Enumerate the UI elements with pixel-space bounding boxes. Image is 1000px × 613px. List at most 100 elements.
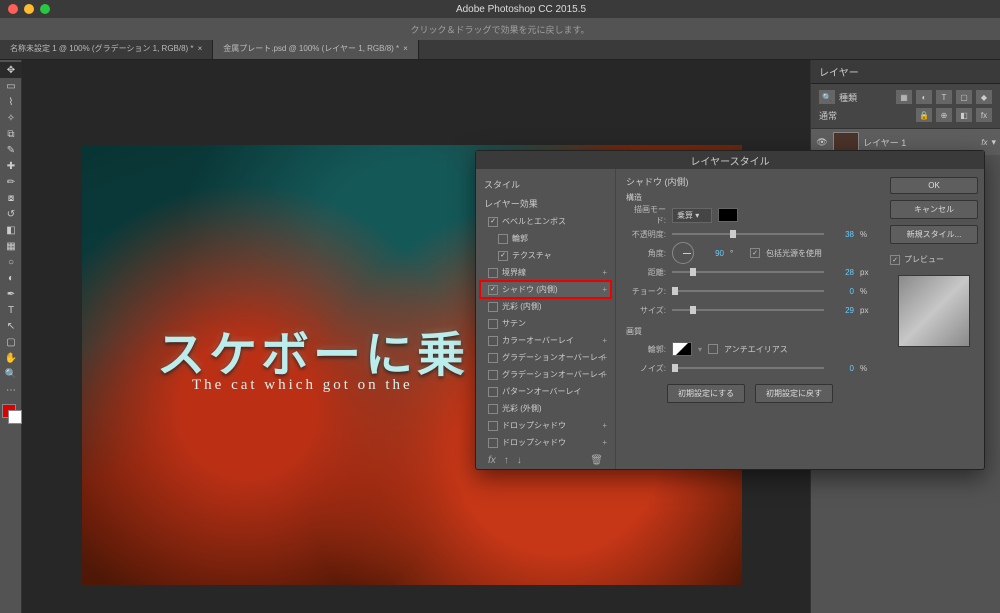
brush-tool[interactable]: ✏ <box>0 174 22 190</box>
reset-default-button[interactable]: 初期設定に戻す <box>755 384 833 403</box>
size-label: サイズ: <box>626 305 666 316</box>
move-up-icon[interactable]: ↑ <box>504 455 509 466</box>
style-color-overlay[interactable]: カラーオーバーレイ+ <box>480 332 611 349</box>
shape-tool[interactable]: ▢ <box>0 334 22 350</box>
style-inner-shadow[interactable]: シャドウ (内側)+ <box>480 281 611 298</box>
close-tab-icon[interactable]: × <box>403 44 408 53</box>
fx-menu-icon[interactable]: fx <box>488 455 496 466</box>
opacity-value[interactable]: 38 <box>830 230 854 239</box>
add-instance-icon[interactable]: + <box>602 421 607 430</box>
lock-all-icon[interactable]: ⊕ <box>936 108 952 122</box>
type-tool[interactable]: T <box>0 302 22 318</box>
size-value[interactable]: 29 <box>830 306 854 315</box>
distance-slider[interactable] <box>672 271 824 273</box>
pen-tool[interactable]: ✒ <box>0 286 22 302</box>
edit-toolbar[interactable]: ⋯ <box>0 382 22 398</box>
contour-picker[interactable] <box>672 342 692 356</box>
fill-icon[interactable]: ◧ <box>956 108 972 122</box>
blend-mode-select[interactable]: 乗算 ▾ <box>672 208 712 223</box>
filter-type-icon[interactable]: T <box>936 90 952 104</box>
path-tool[interactable]: ↖ <box>0 318 22 334</box>
add-instance-icon[interactable]: + <box>602 438 607 447</box>
filter-adj-icon[interactable]: ◐ <box>916 90 932 104</box>
layer-name[interactable]: レイヤー 1 <box>863 136 977 149</box>
fx-icon[interactable]: fx <box>976 108 992 122</box>
history-brush-tool[interactable]: ↺ <box>0 206 22 222</box>
zoom-tool[interactable]: 🔍 <box>0 366 22 382</box>
lasso-tool[interactable]: ⌇ <box>0 94 22 110</box>
choke-slider[interactable] <box>672 290 824 292</box>
lock-icon[interactable]: 🔒 <box>916 108 932 122</box>
document-tab-2[interactable]: 金属プレート.psd @ 100% (レイヤー 1, RGB/8) *× <box>213 40 419 59</box>
add-instance-icon[interactable]: + <box>602 268 607 277</box>
minimize-window-button[interactable] <box>24 4 34 14</box>
visibility-icon[interactable]: 👁 <box>815 137 829 148</box>
angle-value[interactable]: 90 <box>700 249 724 258</box>
dodge-tool[interactable]: ◐ <box>0 270 22 286</box>
choke-value[interactable]: 0 <box>830 287 854 296</box>
gradient-tool[interactable]: ▦ <box>0 238 22 254</box>
style-preview <box>898 275 970 347</box>
filter-kind-icon[interactable]: 🔍 <box>819 90 835 104</box>
magic-wand-tool[interactable]: ✧ <box>0 110 22 126</box>
size-slider[interactable] <box>672 309 824 311</box>
style-texture[interactable]: テクスチャ <box>480 247 611 264</box>
style-contour[interactable]: 輪郭 <box>480 230 611 247</box>
add-instance-icon[interactable]: + <box>602 353 607 362</box>
distance-value[interactable]: 28 <box>830 268 854 277</box>
collapse-fx-icon[interactable]: ▾ <box>991 137 996 148</box>
eyedropper-tool[interactable]: ✎ <box>0 142 22 158</box>
blend-mode-label[interactable]: 通常 <box>819 109 912 122</box>
close-tab-icon[interactable]: × <box>198 44 203 53</box>
noise-slider[interactable] <box>672 367 824 369</box>
filter-pixel-icon[interactable]: ▦ <box>896 90 912 104</box>
cancel-button[interactable]: キャンセル <box>890 200 978 219</box>
antialias-checkbox[interactable] <box>708 344 718 354</box>
stamp-tool[interactable]: ⧇ <box>0 190 22 206</box>
styles-heading[interactable]: スタイル <box>480 175 611 194</box>
move-down-icon[interactable]: ↓ <box>517 455 522 466</box>
add-instance-icon[interactable]: + <box>602 370 607 379</box>
hand-tool[interactable]: ✋ <box>0 350 22 366</box>
healing-tool[interactable]: ✚ <box>0 158 22 174</box>
eraser-tool[interactable]: ◧ <box>0 222 22 238</box>
maximize-window-button[interactable] <box>40 4 50 14</box>
move-tool[interactable]: ✥ <box>0 62 22 78</box>
style-gradient-overlay[interactable]: グラデーションオーバーレイ+ <box>480 349 611 366</box>
style-inner-glow[interactable]: 光彩 (内側) <box>480 298 611 315</box>
layer-thumbnail[interactable] <box>833 132 859 152</box>
layer-fx-badge[interactable]: fx <box>981 138 987 147</box>
add-instance-icon[interactable]: + <box>602 336 607 345</box>
style-drop-shadow[interactable]: ドロップシャドウ+ <box>480 417 611 434</box>
style-drop-shadow-2[interactable]: ドロップシャドウ+ <box>480 434 611 451</box>
style-outer-glow[interactable]: 光彩 (外側) <box>480 400 611 417</box>
style-pattern-overlay[interactable]: パターンオーバーレイ <box>480 383 611 400</box>
filter-smart-icon[interactable]: ◆ <box>976 90 992 104</box>
trash-icon[interactable]: 🗑 <box>590 455 603 466</box>
opacity-slider[interactable] <box>672 233 824 235</box>
filter-shape-icon[interactable]: ▢ <box>956 90 972 104</box>
color-swatches[interactable] <box>0 402 21 426</box>
document-tab-1[interactable]: 名称未設定 1 @ 100% (グラデーション 1, RGB/8) *× <box>0 40 213 59</box>
marquee-tool[interactable]: ▭ <box>0 78 22 94</box>
add-instance-icon[interactable]: + <box>602 285 607 294</box>
crop-tool[interactable]: ⧉ <box>0 126 22 142</box>
close-window-button[interactable] <box>8 4 18 14</box>
style-stroke[interactable]: 境界線+ <box>480 264 611 281</box>
new-style-button[interactable]: 新規スタイル... <box>890 225 978 244</box>
style-bevel-emboss[interactable]: ベベルとエンボス <box>480 213 611 230</box>
dialog-title-bar[interactable]: レイヤースタイル <box>476 151 984 169</box>
background-color[interactable] <box>8 410 22 424</box>
ok-button[interactable]: OK <box>890 177 978 194</box>
style-gradient-overlay-2[interactable]: グラデーションオーバーレイ+ <box>480 366 611 383</box>
make-default-button[interactable]: 初期設定にする <box>667 384 745 403</box>
blur-tool[interactable]: ○ <box>0 254 22 270</box>
global-light-checkbox[interactable] <box>750 248 760 258</box>
blending-options[interactable]: レイヤー効果 <box>480 194 611 213</box>
style-satin[interactable]: サテン <box>480 315 611 332</box>
preview-checkbox[interactable] <box>890 255 900 265</box>
layers-panel-title[interactable]: レイヤー <box>811 60 1000 84</box>
noise-value[interactable]: 0 <box>830 364 854 373</box>
shadow-color-chip[interactable] <box>718 208 738 222</box>
angle-dial[interactable] <box>672 242 694 264</box>
